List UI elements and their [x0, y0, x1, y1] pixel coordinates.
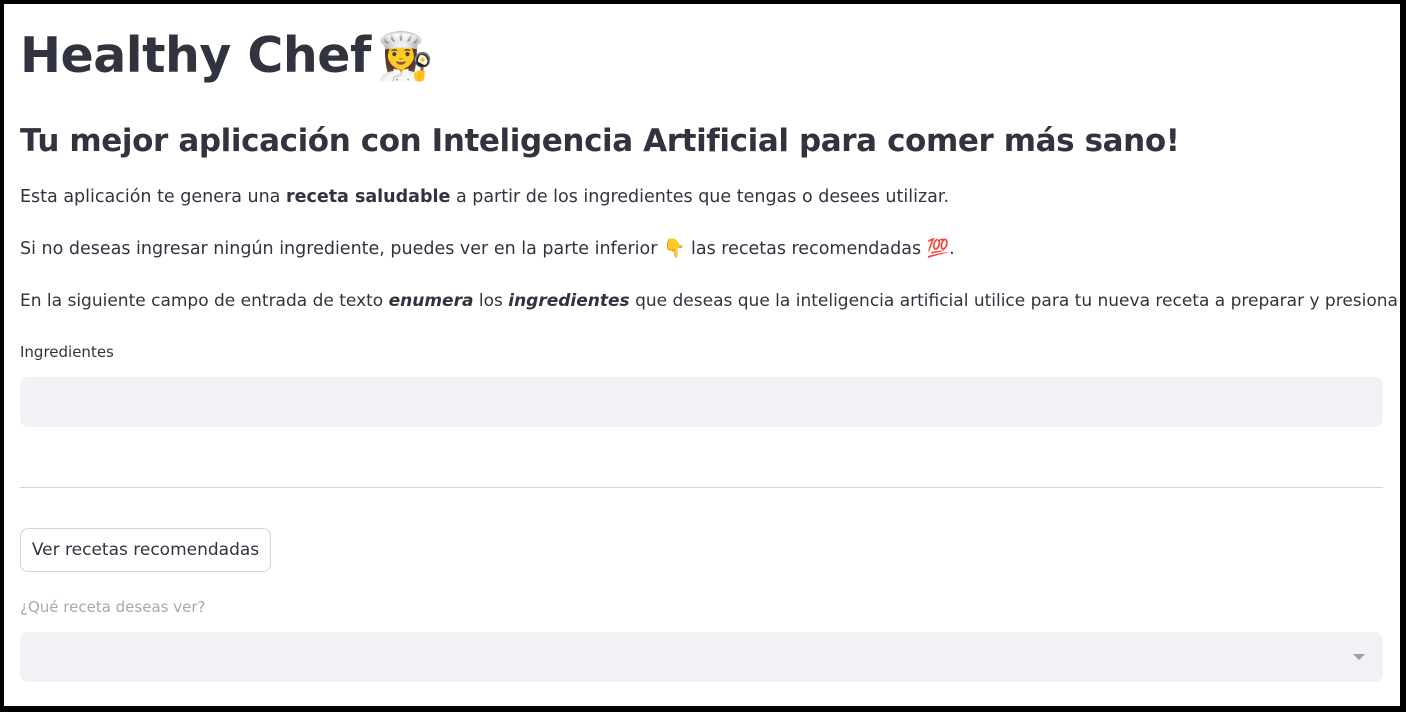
p3-text-c: que deseas que la inteligencia artificia…	[629, 291, 1400, 311]
intro-paragraph-1: Esta aplicación te genera una receta sal…	[20, 184, 949, 210]
page-subtitle: Tu mejor aplicación con Inteligencia Art…	[20, 123, 1180, 159]
recipe-select-label: ¿Qué receta deseas ver?	[20, 598, 206, 616]
p2-text-c: .	[949, 239, 955, 259]
p3-text-a: En la siguiente campo de entrada de text…	[20, 291, 389, 311]
p3-emphasis-ingredientes: ingredientes	[508, 291, 630, 311]
view-recommended-recipes-button[interactable]: Ver recetas recomendadas	[20, 528, 271, 572]
hundred-points-icon: 💯	[926, 238, 950, 259]
page-title-text: Healthy Chef	[20, 27, 371, 84]
recipe-select[interactable]	[20, 632, 1383, 682]
ingredients-input[interactable]	[20, 377, 1383, 427]
p1-text-a: Esta aplicación te genera una	[20, 187, 286, 207]
p2-text-a: Si no deseas ingresar ningún ingrediente…	[20, 239, 664, 259]
app-frame: Healthy Chef 👩‍🍳 Tu mejor aplicación con …	[4, 4, 1400, 706]
pointing-down-icon: 👇	[663, 238, 686, 259]
page-title: Healthy Chef 👩‍🍳	[20, 26, 434, 86]
chef-emoji-icon: 👩‍🍳	[376, 29, 434, 83]
p3-text-b: los	[473, 291, 509, 311]
p2-text-b: las recetas recomendadas	[685, 239, 927, 259]
p3-emphasis-enumera: enumera	[388, 291, 474, 311]
p1-bold-healthy-recipe: receta saludable	[285, 187, 451, 207]
chevron-down-icon[interactable]	[1353, 654, 1365, 660]
p1-text-b: a partir de los ingredientes que tengas …	[450, 187, 950, 207]
section-divider	[20, 487, 1383, 488]
intro-paragraph-3: En la siguiente campo de entrada de text…	[20, 288, 1400, 314]
ingredients-label: Ingredientes	[20, 343, 114, 361]
intro-paragraph-2: Si no deseas ingresar ningún ingrediente…	[20, 236, 955, 262]
